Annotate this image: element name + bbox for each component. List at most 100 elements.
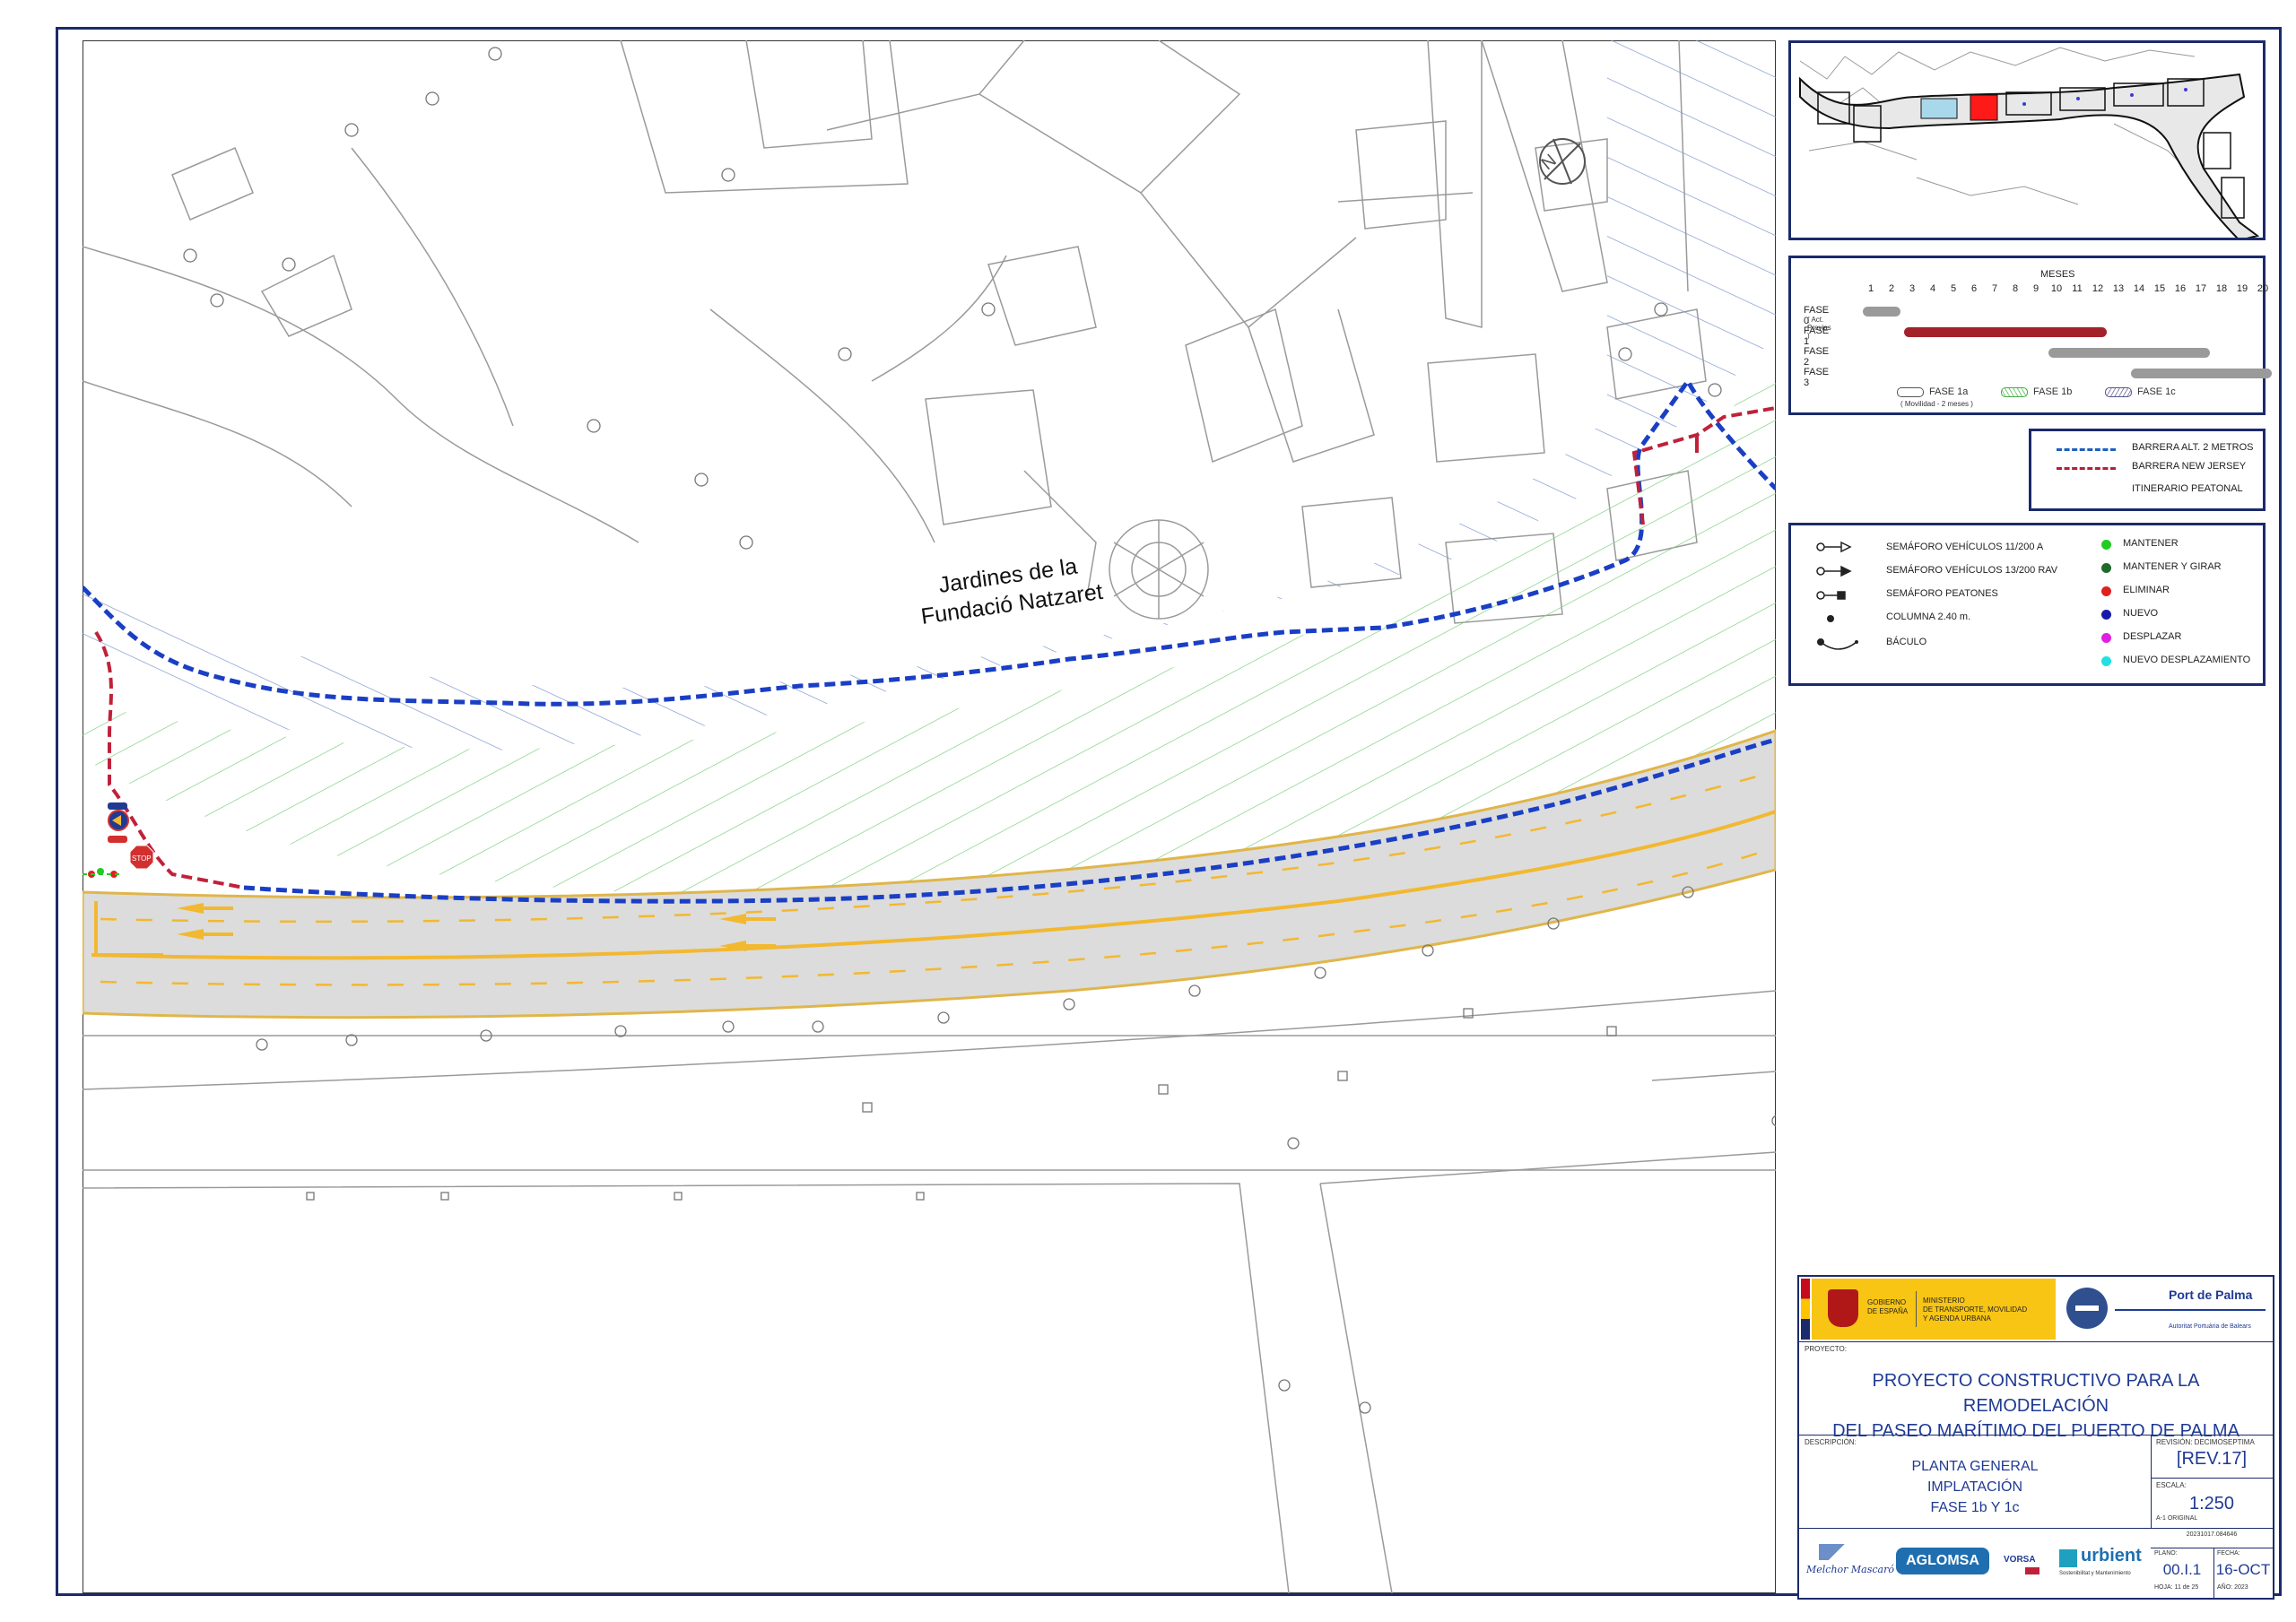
month-label: 6: [1970, 283, 1978, 294]
phase-label: FASE 1: [1804, 325, 1830, 347]
description-section: DESCRIPCIÓN: PLANTA GENERAL IMPLATACIÓN …: [1799, 1435, 2152, 1529]
urbient-subtitle: Sostenibilitat y Mantenimiento: [2059, 1571, 2131, 1576]
year-label: AÑO:: [2217, 1584, 2233, 1591]
barrier-2m-line: [2057, 448, 2116, 451]
phase-1b-label: FASE 1b: [2033, 386, 2073, 397]
month-label: 12: [2092, 283, 2104, 294]
description-label: DESCRIPCIÓN:: [1805, 1438, 1857, 1446]
title-block: GOBIERNO DE ESPAÑA MINISTERIO DE TRANSPO…: [1797, 1275, 2274, 1600]
scale-label: ESCALA:: [2156, 1481, 2187, 1489]
description-line3: FASE 1b Y 1c: [1930, 1500, 2020, 1515]
status-dot-icon: [2101, 586, 2111, 596]
scale-note: A-1 ORIGINAL: [2156, 1515, 2198, 1522]
status-dot-icon: [2101, 540, 2111, 550]
logo-melchor-mascaro: Melchor Mascaró: [1806, 1564, 1894, 1575]
project-label: PROYECTO:: [1805, 1345, 1847, 1353]
phase-1a-swatch: [1897, 387, 1924, 397]
month-label: 3: [1909, 283, 1916, 294]
symbol-icons: [1816, 541, 1858, 650]
ministry-line3: Y AGENDA URBANA: [1923, 1314, 1991, 1323]
schedule-header: MESES: [2040, 269, 2075, 280]
urbient-mark-icon: [2059, 1549, 2077, 1567]
month-label: 15: [2153, 283, 2166, 294]
phase-bar: [1904, 327, 2107, 337]
pedestrian-route-label: ITINERARIO PEATONAL: [2132, 483, 2243, 494]
fecha-section: FECHA: 16-OCT AÑO: 2023: [2213, 1548, 2273, 1599]
project-title-line1: PROYECTO CONSTRUCTIVO PARA LA REMODELACI…: [1872, 1371, 2200, 1416]
revision-section: REVISIÓN: DECIMOSEPTIMA [REV.17]: [2151, 1435, 2273, 1479]
status-label: MANTENER Y GIRAR: [2123, 561, 2222, 572]
status-label: DESPLAZAR: [2123, 631, 2182, 642]
phase-label: FASE 2: [1804, 346, 1830, 368]
hoja-label: HOJA:: [2154, 1584, 2173, 1591]
phase-1a-label: FASE 1a: [1929, 386, 1969, 397]
gov-line2: DE ESPAÑA: [1867, 1307, 1909, 1315]
project-section: PROYECTO: PROYECTO CONSTRUCTIVO PARA LA …: [1799, 1341, 2273, 1441]
fecha-label: FECHA:: [2217, 1550, 2240, 1557]
month-label: 5: [1950, 283, 1957, 294]
port-emblem-icon: [2066, 1288, 2108, 1329]
month-label: 8: [2012, 283, 2019, 294]
title-block-header: GOBIERNO DE ESPAÑA MINISTERIO DE TRANSPO…: [1799, 1277, 2273, 1342]
barrier-new-jersey-label: BARRERA NEW JERSEY: [2132, 461, 2247, 472]
location-keymap: [1788, 40, 2266, 242]
logo-urbient: urbient: [2081, 1546, 2142, 1566]
barrier-new-jersey-line: [2057, 467, 2116, 470]
symbol-label: SEMÁFORO VEHÍCULOS 11/200 A: [1886, 542, 2044, 552]
site-plan-map: N STOP Jardines de la Fundació Natzaret: [83, 40, 1776, 1593]
status-label: MANTENER: [2123, 538, 2179, 549]
symbols-legend: SEMÁFORO VEHÍCULOS 11/200 A SEMÁFORO VEHÍ…: [1788, 523, 2266, 686]
plano-section: PLANO: 00.I.1 HOJA: 11 de 25: [2151, 1548, 2214, 1599]
logo-vorsa: VORSA: [2004, 1555, 2036, 1565]
plano-label: PLANO:: [2154, 1550, 2178, 1557]
ministry-line1: MINISTERIO: [1923, 1297, 1965, 1305]
symbol-label: SEMÁFORO VEHÍCULOS 13/200 RAV: [1886, 565, 2058, 576]
phase-bar: [2131, 369, 2272, 378]
phase-1a-note: ( Movilidad - 2 meses ): [1900, 400, 1973, 408]
month-label: 7: [1991, 283, 1998, 294]
port-subtitle: Autoritat Portuària de Balears: [2169, 1323, 2251, 1330]
month-label: 17: [2195, 283, 2207, 294]
revision-label: REVISIÓN: DECIMOSEPTIMA: [2156, 1438, 2255, 1446]
description-line1: PLANTA GENERAL: [1911, 1459, 2039, 1474]
status-dot-icon: [2101, 563, 2111, 573]
symbol-label: COLUMNA 2.40 m.: [1886, 612, 1971, 622]
plano-value: 00.I.1: [2162, 1561, 2202, 1578]
status-label: NUEVO DESPLAZAMIENTO: [2123, 655, 2251, 665]
government-banner: GOBIERNO DE ESPAÑA MINISTERIO DE TRANSPO…: [1812, 1279, 2056, 1340]
vorsa-mark-icon: [2025, 1567, 2039, 1574]
status-dot-icon: [2101, 633, 2111, 643]
phase-1c-label: FASE 1c: [2137, 386, 2176, 397]
flag-stripe: [1801, 1279, 1810, 1340]
ministry-line2: DE TRANSPORTE, MOVILIDAD: [1923, 1305, 2028, 1314]
phase-1b-swatch: [2001, 387, 2028, 397]
phase-label: FASE 3: [1804, 367, 1830, 388]
scale-section: ESCALA: 1:250 A-1 ORIGINAL: [2151, 1478, 2273, 1529]
month-label: 20: [2257, 283, 2269, 294]
month-label: 10: [2050, 283, 2063, 294]
phase-bar: [1863, 307, 1900, 317]
revision-value: [REV.17]: [2176, 1449, 2248, 1469]
consultant-logos: Melchor Mascaró AGLOMSA VORSA urbient So…: [1799, 1528, 2151, 1598]
keymap-drawing: [1791, 43, 2263, 242]
month-label: 16: [2174, 283, 2187, 294]
status-label: ELIMINAR: [2123, 585, 2170, 595]
month-label: 13: [2112, 283, 2125, 294]
logo-aglomsa: AGLOMSA: [1896, 1548, 1989, 1574]
month-label: 2: [1888, 283, 1895, 294]
month-label: 18: [2215, 283, 2228, 294]
barrier-2m-label: BARRERA ALT. 2 METROS: [2132, 442, 2254, 453]
gov-line1: GOBIERNO: [1867, 1298, 1907, 1306]
symbol-label: SEMÁFORO PEATONES: [1886, 588, 1998, 599]
status-dot-icon: [2101, 656, 2111, 666]
scale-value: 1:250: [2188, 1494, 2235, 1514]
symbol-label: BÁCULO: [1886, 637, 1927, 647]
year-value: 2023: [2234, 1584, 2248, 1591]
month-label: 11: [2072, 283, 2083, 294]
month-label: 4: [1929, 283, 1936, 294]
phase-schedule-chart: MESES 1 2 3 4 5 6 7 8 9 10 11 12 13 14 15 16 17 18 19 20 FA…: [1788, 256, 2272, 415]
month-label: 1: [1867, 283, 1874, 294]
phase-bar: [2048, 348, 2210, 358]
status-label: NUEVO: [2123, 608, 2159, 619]
month-label: 19: [2236, 283, 2248, 294]
